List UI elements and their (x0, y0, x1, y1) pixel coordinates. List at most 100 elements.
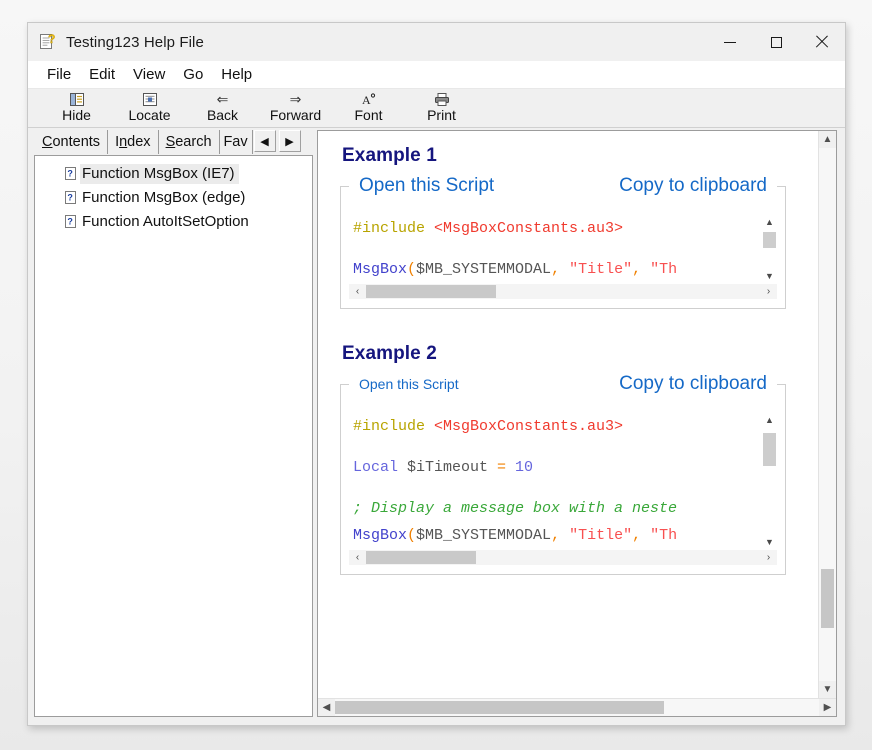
example-2-code[interactable]: #include <MsgBoxConstants.au3> Local $iTi… (349, 413, 762, 549)
tab-search[interactable]: Search (157, 130, 220, 154)
example-2-code-hthumb[interactable] (366, 551, 477, 564)
scroll-right-icon[interactable]: ▶ (819, 699, 836, 716)
close-icon[interactable] (799, 23, 845, 61)
code-token: <MsgBoxConstants.au3> (434, 418, 624, 435)
example-2-code-vtrack[interactable] (762, 427, 777, 535)
code-token: "Th (650, 527, 678, 544)
example-2-code-wrap: #include <MsgBoxConstants.au3> Local $iTi… (349, 413, 777, 565)
toolbar-button-forward[interactable]: ⇒ Forward (259, 89, 332, 124)
scroll-down-icon[interactable]: ▼ (762, 535, 777, 549)
example-1-code-vscrollbar[interactable]: ▲ ▼ (762, 215, 777, 283)
topic-vscroll-track[interactable] (819, 148, 836, 681)
scroll-right-icon[interactable]: › (760, 284, 777, 299)
tab-index-accel: n (119, 134, 128, 150)
tab-favorites[interactable]: Fav (218, 130, 253, 154)
topic-vertical-scrollbar[interactable]: ▲ ▼ (818, 131, 836, 698)
open-this-script-link[interactable]: Open this Script (355, 376, 463, 392)
code-token: ( (407, 527, 417, 544)
scroll-left-icon[interactable]: ‹ (349, 550, 366, 565)
tree-item-function-autoitsetoption[interactable]: ? Function AutoItSetOption (35, 210, 312, 234)
scroll-up-icon[interactable]: ▲ (762, 413, 777, 427)
example-1-code-hscrollbar[interactable]: ‹ › (349, 284, 777, 299)
code-token: $MB_SYSTEMMODAL (416, 261, 552, 278)
topic-hscroll-track[interactable] (335, 699, 819, 716)
left-arrow-icon[interactable]: ◀ (253, 130, 276, 152)
example-1-code-hthumb[interactable] (366, 285, 497, 298)
code-token: $iTimeout (407, 459, 498, 476)
example-2-title: Example 2 (342, 343, 437, 364)
svg-text:?: ? (67, 169, 73, 179)
scroll-right-icon[interactable]: › (760, 550, 777, 565)
tree-item-function-msgbox-ie7[interactable]: ? Function MsgBox (IE7) (35, 162, 312, 186)
toolbar-label-back: Back (206, 107, 239, 123)
topic-hscroll-thumb[interactable] (335, 701, 665, 714)
example-2-code-vthumb[interactable] (763, 433, 776, 466)
scroll-down-icon[interactable]: ▼ (819, 681, 836, 698)
maximize-icon[interactable] (753, 23, 799, 61)
copy-to-clipboard-link[interactable]: Copy to clipboard (615, 373, 771, 395)
example-2-code-htrack[interactable] (366, 550, 760, 565)
example-1-code[interactable]: #include <MsgBoxConstants.au3> MsgBox($MB… (349, 215, 762, 283)
example-2-code-vscrollbar[interactable]: ▲ ▼ (762, 413, 777, 549)
toolbar-button-print[interactable]: Print (405, 89, 478, 124)
example-2-script-box: Open this Script Copy to clipboard #incl… (340, 373, 786, 575)
topic-content: Example 1 Open this Script Copy to clipb… (318, 131, 818, 698)
panes-container: Contents In dex Search Fav ◀ ▶ ? Functio… (28, 128, 845, 725)
menu-item-edit[interactable]: Edit (80, 64, 124, 86)
code-token: $MB_SYSTEMMODAL (416, 527, 552, 544)
tree-item-label: Function AutoItSetOption (82, 213, 249, 230)
open-this-script-link[interactable]: Open this Script (355, 175, 499, 197)
scroll-down-icon[interactable]: ▼ (762, 269, 777, 283)
example-1-code-wrap: #include <MsgBoxConstants.au3> MsgBox($MB… (349, 215, 777, 299)
window-controls (707, 23, 845, 61)
menu-item-help[interactable]: Help (212, 64, 261, 86)
example-1-title: Example 1 (342, 145, 437, 166)
menu-item-view[interactable]: View (124, 64, 174, 86)
code-token: Local (353, 459, 408, 476)
copy-to-clipboard-link[interactable]: Copy to clipboard (615, 175, 771, 197)
code-token: "Title" (569, 261, 633, 278)
scroll-up-icon[interactable]: ▲ (762, 215, 777, 229)
tab-search-accel: S (165, 134, 176, 150)
svg-text:?: ? (48, 33, 55, 46)
tab-index[interactable]: In dex (107, 130, 159, 154)
example-1-code-vtrack[interactable] (762, 229, 777, 269)
tree-item-function-msgbox-edge[interactable]: ? Function MsgBox (edge) (35, 186, 312, 210)
example-1-legend-inner: Open this Script Copy to clipboard (349, 175, 777, 197)
tab-search-label: earch (175, 134, 212, 150)
contents-tree[interactable]: ? Function MsgBox (IE7) ? Function MsgBo… (34, 155, 313, 717)
example-1-code-vthumb[interactable] (763, 232, 776, 249)
example-1-code-htrack[interactable] (366, 284, 760, 299)
forward-arrow-icon: ⇒ (289, 91, 302, 107)
code-token: "Title" (569, 527, 633, 544)
menu-item-file[interactable]: File (38, 64, 80, 86)
code-line: #include <MsgBoxConstants.au3> (353, 215, 762, 242)
example-2-code-hscrollbar[interactable]: ‹ › (349, 550, 777, 565)
tab-contents[interactable]: Contents (35, 130, 109, 154)
scroll-left-icon[interactable]: ◀ (318, 699, 335, 716)
back-arrow-icon: ⇐ (216, 91, 229, 107)
tree-item-label: Function MsgBox (IE7) (80, 164, 239, 184)
toolbar-button-font[interactable]: A Font (332, 89, 405, 124)
hide-pane-icon (67, 91, 87, 107)
title-bar: ? Testing123 Help File (28, 23, 845, 61)
help-window: ? Testing123 Help File File Edit View Go… (27, 22, 846, 726)
code-token: , (551, 527, 570, 544)
code-token: "Th (650, 261, 678, 278)
toolbar-button-locate[interactable]: Locate (113, 89, 186, 124)
code-token: ( (407, 261, 417, 278)
toolbar-label-font: Font (354, 107, 383, 123)
scroll-left-icon[interactable]: ‹ (349, 284, 366, 299)
right-arrow-icon[interactable]: ▶ (278, 130, 301, 152)
toolbar-button-hide[interactable]: Hide (40, 89, 113, 124)
code-line: #include <MsgBoxConstants.au3> (353, 413, 762, 440)
menu-item-go[interactable]: Go (174, 64, 212, 86)
minimize-icon[interactable] (707, 23, 753, 61)
toolbar-button-back[interactable]: ⇐ Back (186, 89, 259, 124)
topic-vscroll-thumb[interactable] (821, 569, 834, 628)
topic-horizontal-scrollbar[interactable]: ◀ ▶ (318, 698, 836, 716)
scroll-up-icon[interactable]: ▲ (819, 131, 836, 148)
